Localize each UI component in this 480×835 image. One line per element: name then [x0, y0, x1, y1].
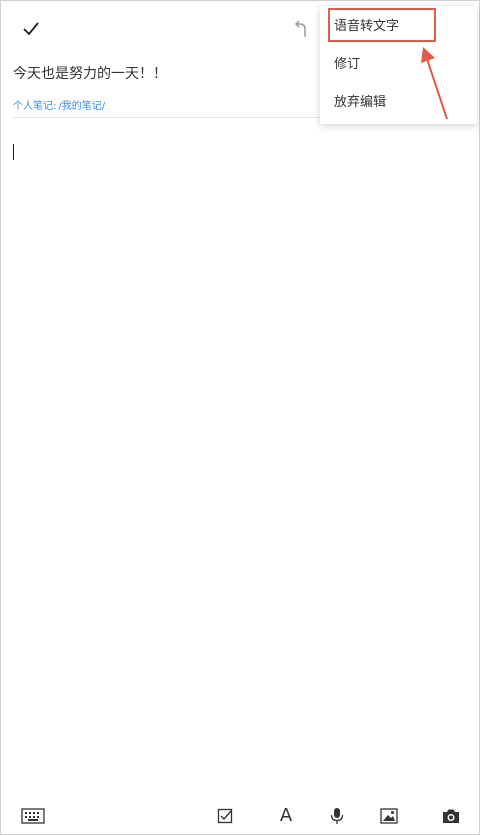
camera-icon: [443, 809, 459, 823]
note-body-editor[interactable]: [13, 141, 467, 781]
annotation-arrow: [421, 47, 448, 120]
bottom-toolbar: A: [1, 796, 480, 835]
annotation-highlight-box: [328, 8, 436, 42]
checkbox-icon: [217, 808, 233, 824]
voice-input-button[interactable]: [323, 804, 351, 828]
undo-icon: [294, 20, 306, 37]
note-title[interactable]: 今天也是努力的一天！！: [13, 63, 167, 83]
note-folder-path[interactable]: 个人笔记:/我的笔记/: [13, 97, 105, 112]
microphone-icon: [330, 808, 344, 824]
keyboard-button[interactable]: [19, 804, 47, 828]
check-icon: [23, 22, 39, 36]
font-style-label: A: [279, 805, 293, 826]
image-icon: [380, 808, 398, 824]
text-cursor: [13, 144, 14, 160]
folder-path-value[interactable]: /我的笔记/: [58, 101, 105, 112]
camera-button[interactable]: [437, 804, 465, 828]
font-style-button[interactable]: A: [272, 804, 300, 828]
keyboard-icon: [21, 808, 45, 824]
folder-path-label: 个人笔记:: [13, 101, 57, 112]
insert-image-button[interactable]: [375, 804, 403, 828]
undo-button[interactable]: [287, 15, 315, 43]
checklist-button[interactable]: [211, 804, 239, 828]
note-editor-screen: 今天也是努力的一天！！ 个人笔记:/我的笔记/ 语音转文字 修订 放弃编辑 A: [0, 0, 480, 835]
done-button[interactable]: [17, 15, 45, 43]
